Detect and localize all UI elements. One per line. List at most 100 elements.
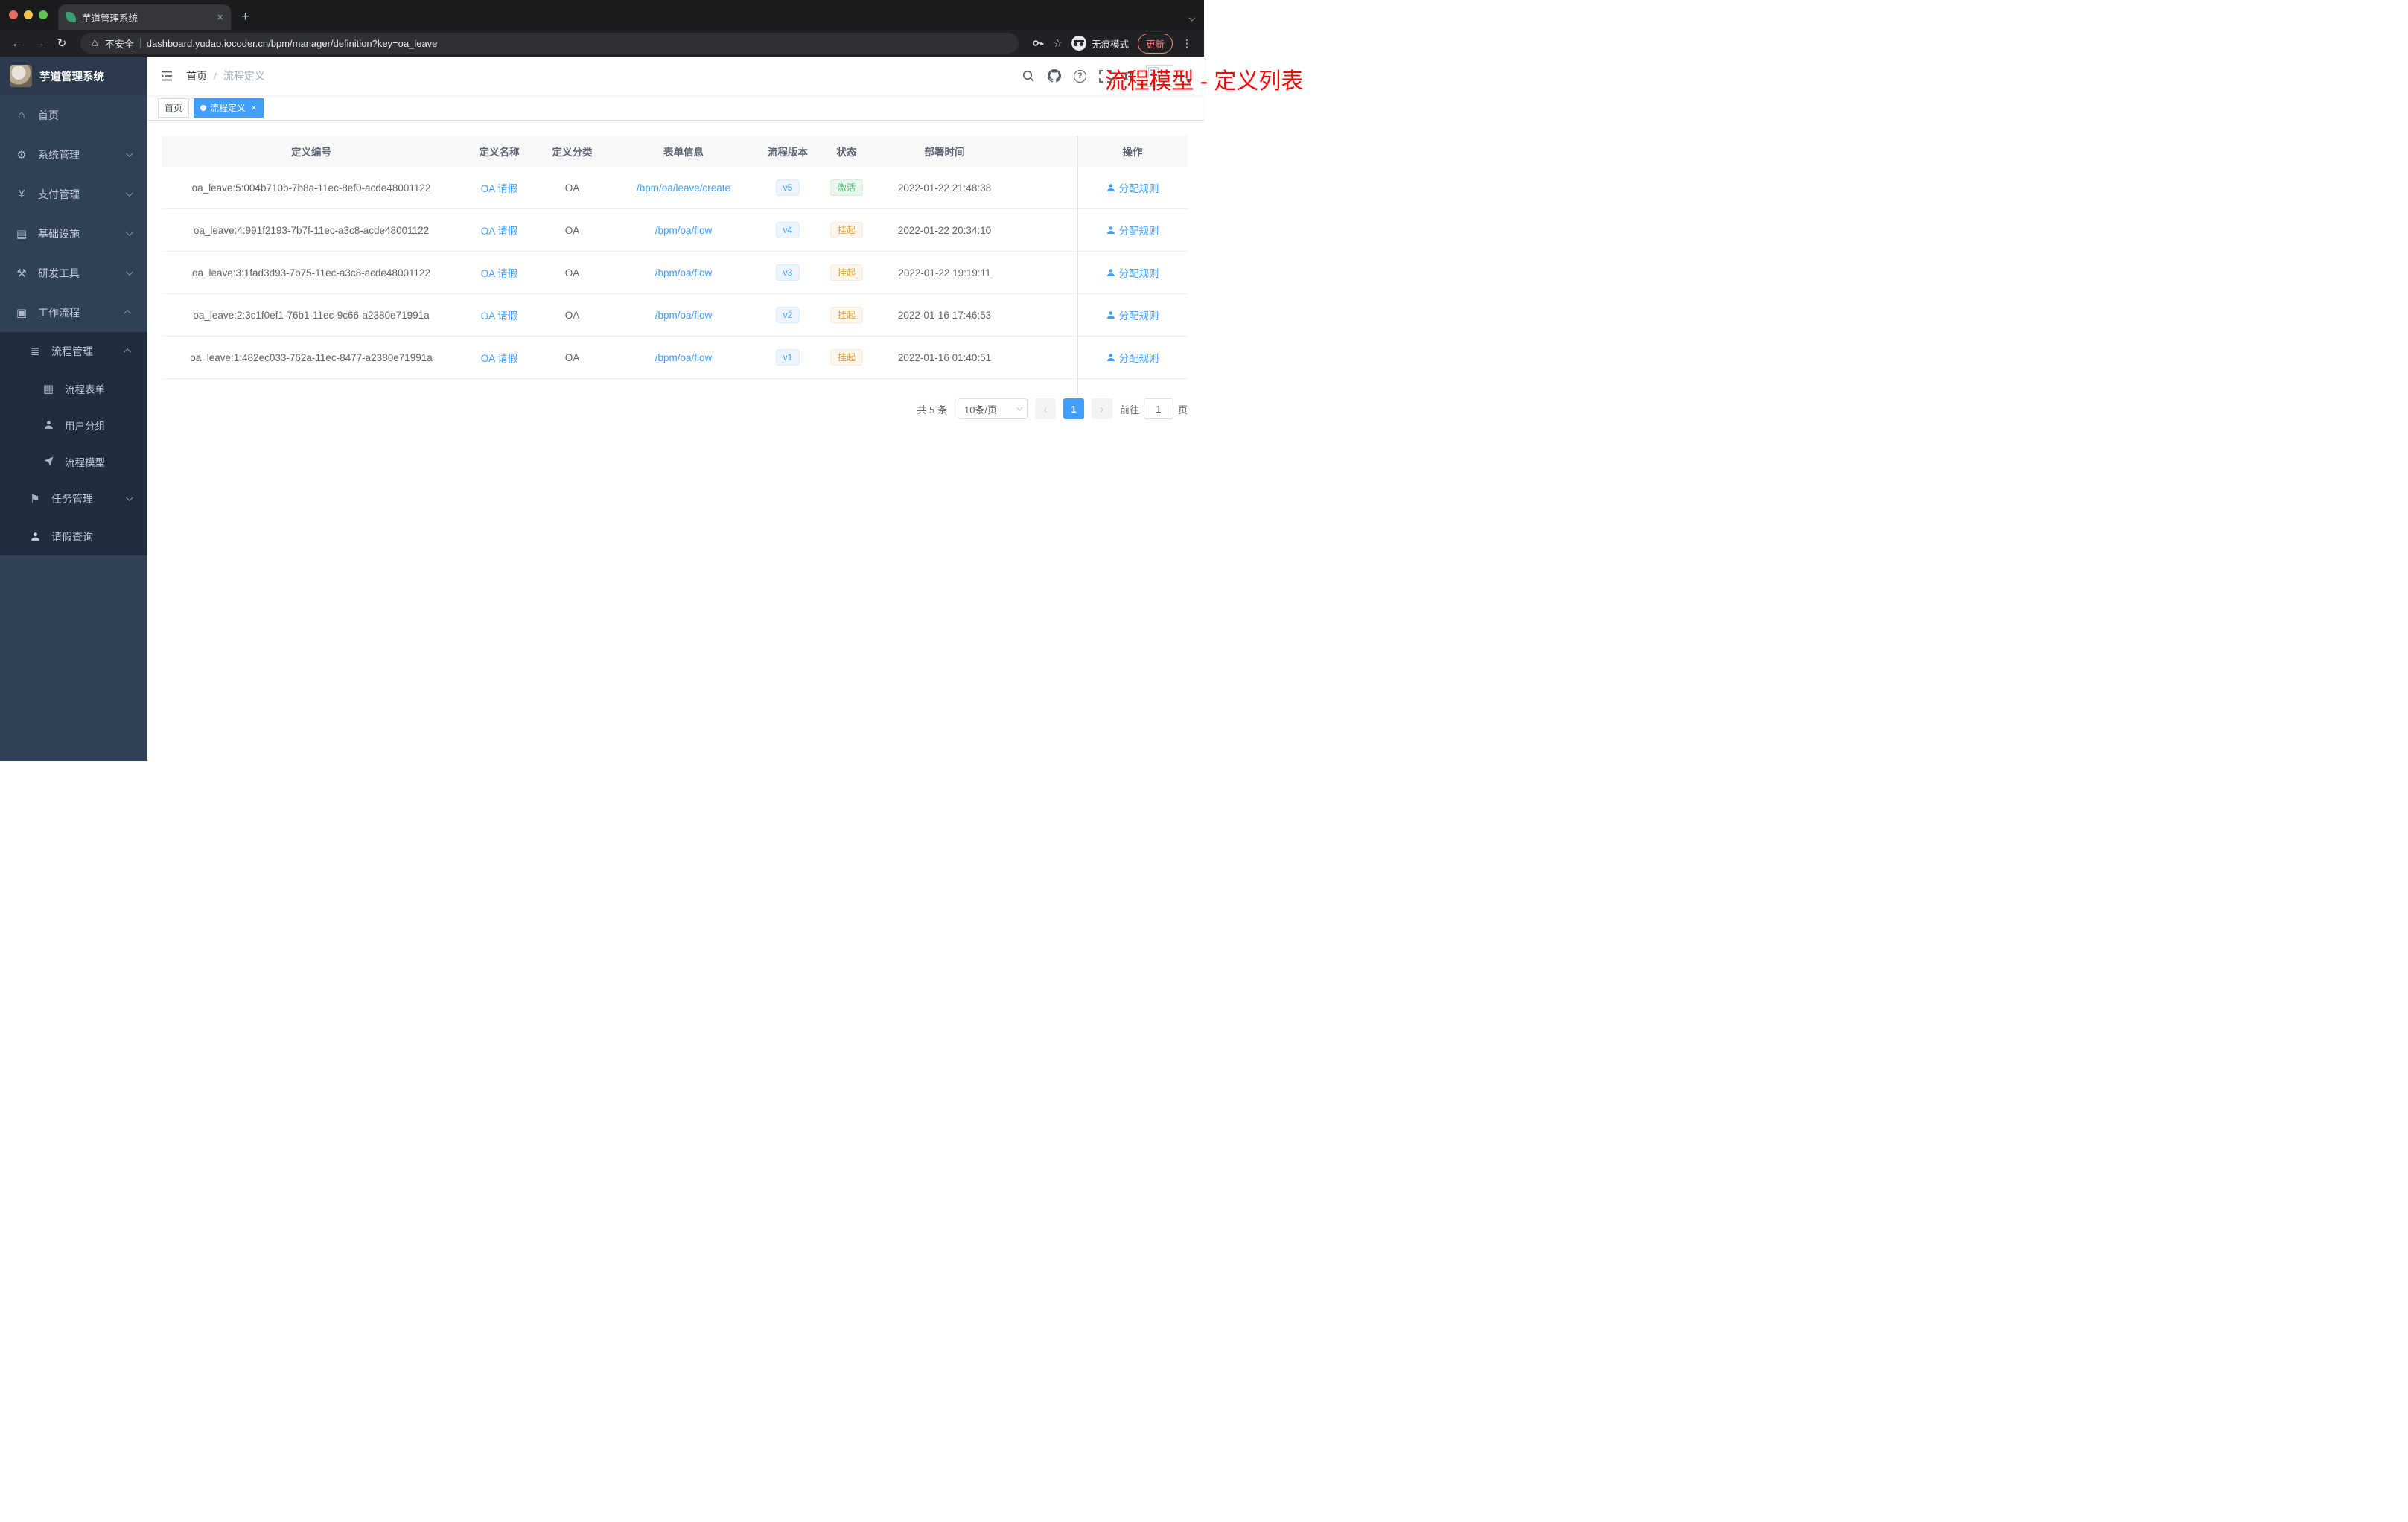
page-number-button[interactable]: 1 — [1063, 398, 1084, 419]
cell-deploy-time: 2022-01-22 19:19:11 — [898, 267, 991, 278]
avatar-caret-icon[interactable] — [1186, 79, 1192, 83]
definition-name-link[interactable]: OA 请假 — [481, 311, 518, 322]
reload-icon[interactable]: ↻ — [52, 36, 71, 50]
tag-close-icon[interactable]: × — [251, 103, 257, 112]
help-icon[interactable]: ? — [1073, 69, 1086, 83]
assign-rule-link[interactable]: 分配规则 — [1106, 180, 1159, 195]
sidebar-item-leave-query[interactable]: 请假查询 — [0, 518, 147, 555]
update-chrome-button[interactable]: 更新 — [1137, 33, 1173, 54]
briefcase-icon: ▣ — [16, 306, 28, 319]
tab-search-caret-icon[interactable] — [1188, 14, 1196, 22]
definition-name-link[interactable]: OA 请假 — [481, 353, 518, 364]
pagination-total: 共 5 条 — [917, 404, 947, 415]
table-row[interactable]: oa_leave:4:991f2193-7b7f-11ec-a3c8-acde4… — [162, 209, 1188, 252]
cell-definition-name: OA 请假 — [461, 265, 538, 280]
cell-status: 挂起 — [815, 307, 878, 323]
status-badge: 挂起 — [829, 222, 863, 238]
cell-action: 分配规则 — [1077, 308, 1188, 322]
cell-definition-name: OA 请假 — [461, 223, 538, 238]
tab-close-icon[interactable]: × — [217, 12, 223, 23]
browser-menu-icon[interactable]: ⋮ — [1182, 37, 1192, 50]
table-row[interactable]: oa_leave:2:3c1f0ef1-76b1-11ec-9c66-a2380… — [162, 294, 1188, 337]
search-icon[interactable] — [1022, 69, 1035, 83]
font-size-icon[interactable]: tT — [1124, 70, 1134, 83]
incognito-indicator: 无痕模式 — [1071, 36, 1129, 51]
sidebar-item-user-group[interactable]: 用户分组 — [0, 407, 147, 443]
chevron-up-icon — [124, 348, 132, 356]
user-avatar[interactable] — [1146, 65, 1173, 87]
definition-name-link[interactable]: OA 请假 — [481, 183, 518, 194]
sidebar-item-dev-tools[interactable]: ⚒ 研发工具 — [0, 253, 147, 293]
tag-home[interactable]: 首页 — [158, 98, 190, 118]
form-info-link[interactable]: /bpm/oa/leave/create — [637, 182, 730, 194]
page-size-select[interactable]: 10条/页 — [957, 398, 1028, 419]
assign-rule-link[interactable]: 分配规则 — [1106, 350, 1159, 365]
fullscreen-icon[interactable] — [1098, 69, 1112, 83]
sidebar-item-home[interactable]: ⌂ 首页 — [0, 95, 147, 135]
form-info-link[interactable]: /bpm/oa/flow — [655, 267, 713, 278]
sidebar: 芋道管理系统 ⌂ 首页 ⚙ 系统管理 ¥ 支付管理 ▤ 基础设施 ⚒ 研发工具 … — [0, 57, 147, 761]
security-label[interactable]: 不安全 — [105, 36, 134, 51]
hamburger-icon[interactable] — [159, 69, 174, 83]
address-bar[interactable]: ⚠ 不安全 dashboard.yudao.iocoder.cn/bpm/man… — [80, 33, 1019, 54]
sidebar-item-system[interactable]: ⚙ 系统管理 — [0, 135, 147, 174]
chevron-down-icon — [125, 229, 133, 237]
status-badge: 挂起 — [829, 307, 863, 323]
sidebar-item-workflow[interactable]: ▣ 工作流程 — [0, 293, 147, 332]
prev-page-button[interactable]: ‹ — [1034, 398, 1056, 419]
window-zoom-button[interactable] — [39, 10, 48, 19]
cell-deploy-time: 2022-01-22 20:34:10 — [897, 224, 992, 236]
app-logo[interactable]: 芋道管理系统 — [0, 57, 147, 95]
yen-icon: ¥ — [18, 188, 25, 200]
sidebar-item-task-management[interactable]: ⚑ 任务管理 — [0, 480, 147, 518]
table-row[interactable]: oa_leave:3:1fad3d93-7b75-11ec-a3c8-acde4… — [162, 252, 1188, 294]
list-icon: ≣ — [30, 345, 40, 358]
cell-version: v3 — [760, 264, 815, 281]
column-header-definition-category: 定义分类 — [552, 147, 593, 158]
forward-icon[interactable]: → — [30, 37, 49, 50]
next-page-button[interactable]: › — [1091, 398, 1112, 419]
form-info-link[interactable]: /bpm/oa/flow — [655, 310, 713, 321]
sidebar-item-process-model[interactable]: 流程模型 — [0, 443, 147, 480]
assign-rule-link[interactable]: 分配规则 — [1106, 265, 1159, 280]
window-close-button[interactable] — [9, 10, 18, 19]
cell-deploy-time: 2022-01-16 17:46:53 — [897, 309, 992, 321]
chevron-down-icon — [125, 150, 133, 158]
tag-process-definition[interactable]: 流程定义 × — [194, 98, 264, 118]
browser-tab[interactable]: 芋道管理系统 × — [58, 4, 231, 30]
github-icon[interactable] — [1047, 69, 1061, 83]
page-size-value: 10条/页 — [963, 404, 998, 415]
table-row[interactable]: oa_leave:5:004b710b-7b8a-11ec-8ef0-acde4… — [162, 167, 1188, 209]
breadcrumb-home[interactable]: 首页 — [186, 69, 207, 83]
sidebar-item-process-management[interactable]: ≣ 流程管理 — [0, 332, 147, 370]
sidebar-item-label: 任务管理 — [51, 492, 93, 505]
version-badge: v5 — [775, 179, 800, 196]
main-panel: 首页 / 流程定义 ? tT 首页 流程定义 × 定义编号 定义名称 定义分类 … — [147, 57, 1204, 761]
assign-rule-link[interactable]: 分配规则 — [1106, 223, 1159, 238]
status-badge: 激活 — [829, 179, 863, 196]
table-row[interactable]: oa_leave:1:482ec033-762a-11ec-8477-a2380… — [162, 337, 1188, 379]
password-key-icon[interactable] — [1032, 37, 1044, 49]
sidebar-item-payment[interactable]: ¥ 支付管理 — [0, 174, 147, 214]
browser-toolbar: ← → ↻ ⚠ 不安全 dashboard.yudao.iocoder.cn/b… — [0, 30, 1204, 57]
goto-label: 前往 — [1119, 404, 1139, 415]
cell-definition-id: oa_leave:3:1fad3d93-7b75-11ec-a3c8-acde4… — [191, 267, 430, 278]
back-icon[interactable]: ← — [7, 37, 27, 50]
column-header-process-version: 流程版本 — [768, 147, 808, 158]
definition-name-link[interactable]: OA 请假 — [481, 268, 518, 279]
definition-name-link[interactable]: OA 请假 — [481, 226, 518, 237]
new-tab-button[interactable]: + — [231, 4, 260, 30]
window-minimize-button[interactable] — [24, 10, 33, 19]
goto-page-input[interactable] — [1143, 398, 1173, 419]
question-glyph: ? — [1073, 69, 1086, 83]
bookmark-star-icon[interactable]: ☆ — [1053, 37, 1063, 50]
pagination: 共 5 条 10条/页 ‹ 1 › 前往 页 — [162, 398, 1188, 419]
sidebar-item-label: 支付管理 — [38, 188, 80, 200]
assign-rule-link[interactable]: 分配规则 — [1106, 308, 1159, 322]
cell-status: 挂起 — [815, 222, 878, 238]
form-info-link[interactable]: /bpm/oa/flow — [655, 225, 713, 236]
sidebar-item-infrastructure[interactable]: ▤ 基础设施 — [0, 214, 147, 253]
sidebar-item-process-form[interactable]: ▦ 流程表单 — [0, 370, 147, 407]
cell-category: OA — [564, 182, 580, 194]
form-info-link[interactable]: /bpm/oa/flow — [655, 352, 713, 363]
